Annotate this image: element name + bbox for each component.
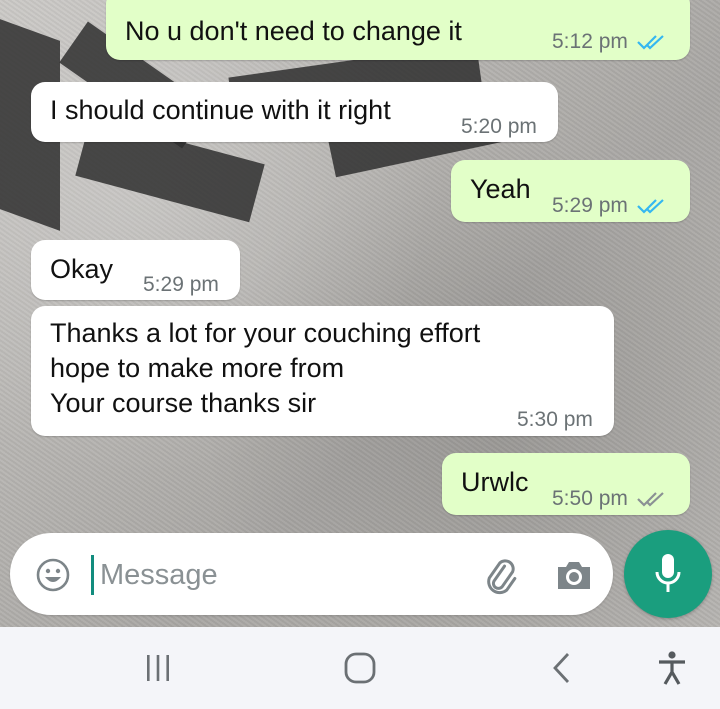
message-time: 5:20 pm xyxy=(461,115,537,138)
voice-message-button[interactable] xyxy=(624,530,712,618)
message-text-line: Your course thanks sir xyxy=(50,388,317,418)
message-text: I should continue with it right xyxy=(50,95,391,125)
nav-back-button[interactable] xyxy=(522,627,602,709)
emoji-icon[interactable] xyxy=(36,558,70,592)
message-text: Okay xyxy=(50,254,114,284)
message-text-line: hope to make more from xyxy=(50,353,345,383)
home-icon xyxy=(344,652,376,684)
double-check-icon xyxy=(637,491,664,507)
message-meta: 5:29 pm xyxy=(552,188,666,223)
recents-icon xyxy=(147,655,169,681)
text-caret xyxy=(91,555,94,595)
message-time: 5:30 pm xyxy=(517,408,593,431)
message-time: 5:29 pm xyxy=(143,273,219,296)
message-composer xyxy=(10,533,613,615)
message-bubble-outgoing[interactable]: Urwlc 5:50 pm xyxy=(442,453,690,515)
nav-accessibility-button[interactable] xyxy=(632,627,712,709)
camera-icon[interactable] xyxy=(554,555,594,595)
message-text: Yeah xyxy=(470,174,531,204)
message-time: 5:50 pm xyxy=(552,487,628,510)
message-time: 5:29 pm xyxy=(552,194,628,217)
message-bubble-outgoing[interactable]: Yeah 5:29 pm xyxy=(451,160,690,222)
message-meta: 5:20 pm xyxy=(461,109,537,144)
system-navigation-bar xyxy=(0,627,720,709)
message-bubble-incoming[interactable]: Okay 5:29 pm xyxy=(31,240,240,300)
message-bubble-incoming[interactable]: Thanks a lot for your couching effort ho… xyxy=(31,306,614,436)
paperclip-icon[interactable] xyxy=(480,555,520,595)
nav-recents-button[interactable] xyxy=(118,627,198,709)
message-text: Urwlc xyxy=(461,467,529,497)
message-bubble-incoming[interactable]: I should continue with it right 5:20 pm xyxy=(31,82,558,142)
message-bubble-outgoing[interactable]: No u don't need to change it 5:12 pm xyxy=(106,0,690,60)
accessibility-icon xyxy=(659,651,685,685)
message-meta: 5:50 pm xyxy=(552,481,666,516)
message-meta: 5:30 pm xyxy=(517,402,593,437)
nav-home-button[interactable] xyxy=(320,627,400,709)
double-check-icon xyxy=(637,34,664,50)
message-text-line: Thanks a lot for your couching effort xyxy=(50,318,481,348)
message-text: No u don't need to change it xyxy=(125,16,462,46)
message-meta: 5:12 pm xyxy=(552,24,666,59)
back-icon xyxy=(553,653,570,683)
message-meta: 5:29 pm xyxy=(143,267,219,302)
message-input[interactable] xyxy=(98,551,462,599)
microphone-icon xyxy=(655,554,681,592)
message-time: 5:12 pm xyxy=(552,30,628,53)
double-check-icon xyxy=(637,198,664,214)
